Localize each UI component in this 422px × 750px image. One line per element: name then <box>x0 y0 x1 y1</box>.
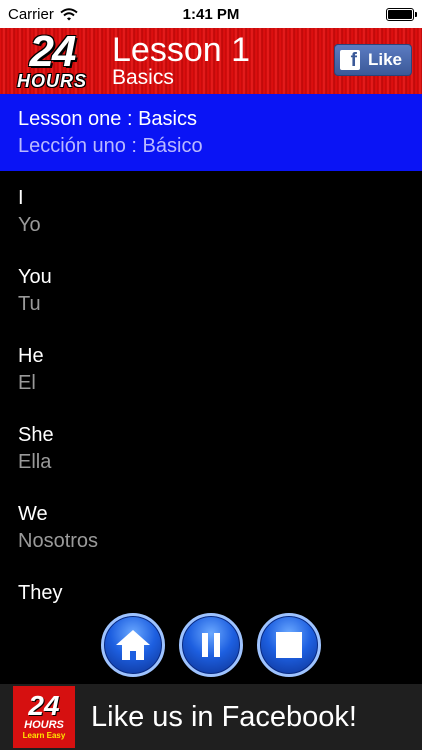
logo-number: 24 <box>29 27 77 76</box>
word-list: I Yo You Tu He El She Ella We Nosotros T… <box>0 178 422 652</box>
word-spanish: Nosotros <box>18 530 99 552</box>
word-item[interactable]: We Nosotros <box>0 494 422 573</box>
word-spanish: Yo <box>18 214 41 236</box>
logo-word: HOURS <box>16 71 87 91</box>
facebook-like-button[interactable]: f Like <box>334 44 412 76</box>
pause-button[interactable] <box>179 613 243 677</box>
footer-logo-word: HOURS <box>24 719 64 731</box>
app-header: 24 HOURS Lesson 1 Basics f Like <box>0 28 422 94</box>
battery-icon <box>386 7 417 21</box>
word-item[interactable]: You Tu <box>0 257 422 336</box>
like-label: Like <box>368 50 403 69</box>
facebook-banner[interactable]: 24 HOURS Learn Easy Like us in Facebook! <box>0 684 422 750</box>
lesson-banner: Lesson one : Basics Lección uno : Básico <box>0 94 422 171</box>
lesson-english: Lesson one : Basics <box>18 108 197 130</box>
footer-logo-number: 24 <box>28 690 60 721</box>
word-spanish: Ella <box>18 451 52 473</box>
facebook-icon: f <box>340 50 360 70</box>
word-item[interactable]: He El <box>0 336 422 415</box>
pause-icon <box>202 633 220 657</box>
lesson-spanish: Lección uno : Básico <box>18 135 203 157</box>
footer-logo: 24 HOURS Learn Easy <box>13 686 75 748</box>
word-spanish: El <box>18 372 36 394</box>
word-english: You <box>18 266 52 288</box>
footer-text: Like us in Facebook! <box>91 700 357 733</box>
word-spanish: Tu <box>18 293 41 315</box>
word-english: He <box>18 345 44 367</box>
word-english: We <box>18 503 48 525</box>
lesson-title: Lesson 1 <box>112 31 250 69</box>
home-button[interactable] <box>101 613 165 677</box>
status-left: Carrier <box>8 6 78 23</box>
stop-icon <box>276 632 302 658</box>
footer-logo-tag: Learn Easy <box>22 731 66 740</box>
playback-controls <box>0 613 422 677</box>
word-english: They <box>18 582 63 604</box>
word-item[interactable]: I Yo <box>0 178 422 257</box>
app-logo: 24 HOURS <box>2 29 102 93</box>
carrier-label: Carrier <box>8 5 54 23</box>
wifi-icon <box>60 7 78 20</box>
home-icon <box>116 630 150 660</box>
header-titles: Lesson 1 Basics <box>112 33 250 89</box>
word-item[interactable]: She Ella <box>0 415 422 494</box>
stop-button[interactable] <box>257 613 321 677</box>
status-bar: Carrier 1:41 PM <box>0 0 422 28</box>
word-english: She <box>18 424 54 446</box>
lesson-subtitle: Basics <box>112 66 174 89</box>
word-english: I <box>18 187 24 209</box>
